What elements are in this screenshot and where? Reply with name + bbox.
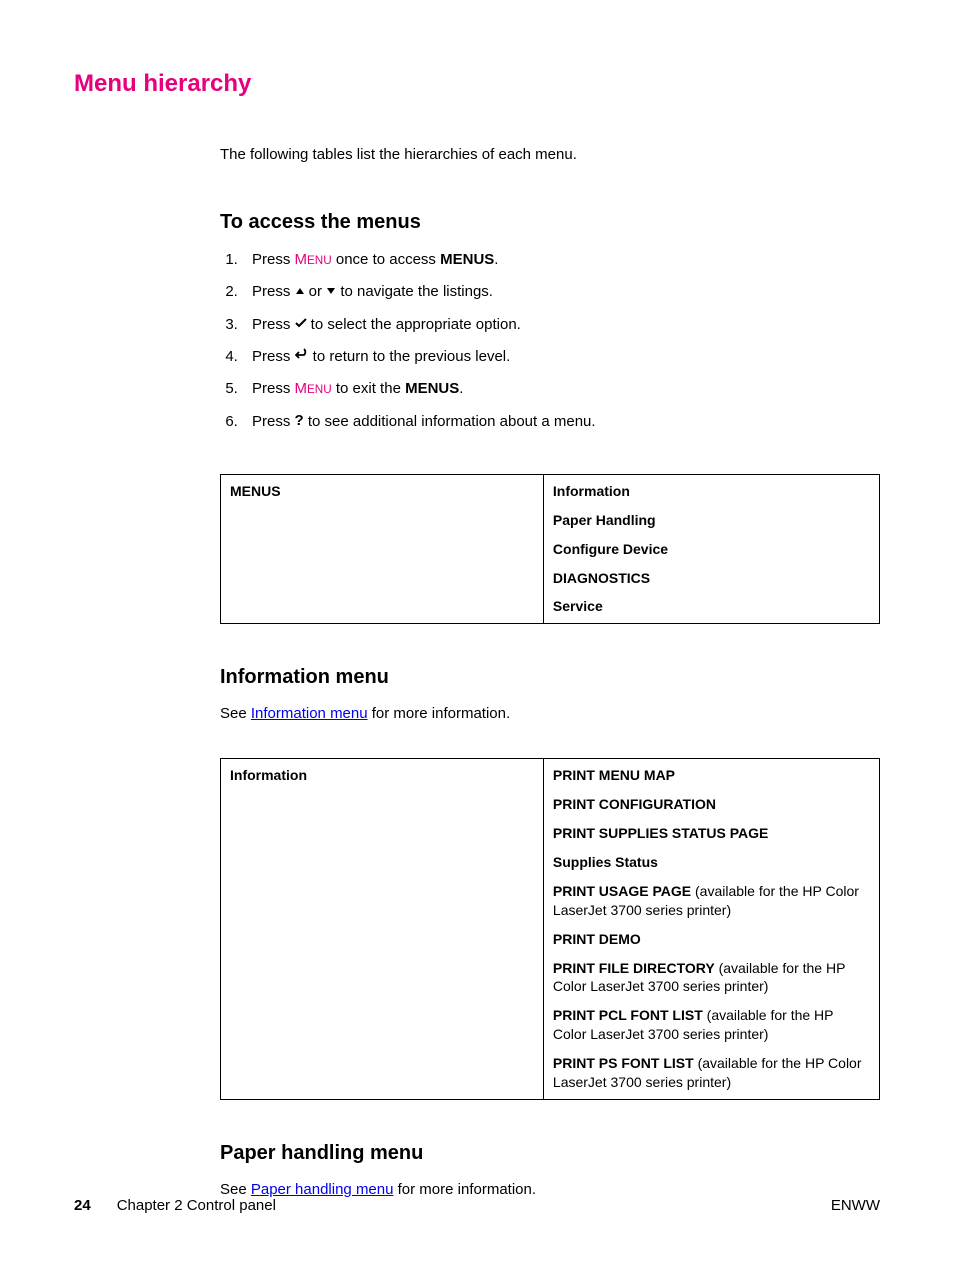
step-5: Press MENU to exit the MENUS. (242, 379, 880, 399)
menus-table: MENUS Information Paper Handling Configure… (220, 474, 880, 624)
info-table: Information PRINT MENU MAP PRINT CONFIGUR… (220, 758, 880, 1100)
menu-item: PRINT USAGE PAGE (available for the HP C… (553, 882, 870, 920)
step-6: Press ? to see additional information ab… (242, 412, 880, 432)
menu-item: Configure Device (553, 540, 870, 559)
menu-item: PRINT PS FONT LIST (available for the HP… (553, 1054, 870, 1092)
info-table-right: PRINT MENU MAP PRINT CONFIGURATION PRINT S… (543, 759, 879, 1100)
up-icon (295, 281, 305, 301)
page-title: Menu hierarchy (74, 70, 880, 98)
see-post: for more information. (368, 705, 511, 722)
back-icon (295, 346, 309, 366)
menu-item: PRINT MENU MAP (553, 766, 870, 785)
check-icon (295, 314, 307, 334)
info-heading: Information menu (220, 666, 880, 689)
menu-item: PRINT CONFIGURATION (553, 795, 870, 814)
see-pre-p: See (220, 1181, 251, 1198)
menu-item: PRINT FILE DIRECTORY (available for the … (553, 959, 870, 997)
paper-heading: Paper handling menu (220, 1142, 880, 1165)
menu-item: Information (553, 482, 870, 501)
intro-text: The following tables list the hierarchie… (220, 146, 880, 163)
step-4: Press to return to the previous level. (242, 347, 880, 367)
step-3: Press to select the appropriate option. (242, 315, 880, 335)
paper-menu-link[interactable]: Paper handling menu (251, 1181, 394, 1198)
menus-table-left: MENUS (221, 474, 544, 623)
paper-see-text: See Paper handling menu for more informa… (220, 1181, 880, 1198)
page-footer: 24 Chapter 2 Control panel ENWW (74, 1197, 880, 1214)
chapter-label: Chapter 2 Control panel (117, 1197, 276, 1214)
menu-item: Service (553, 597, 870, 616)
menu-item: Paper Handling (553, 511, 870, 530)
see-pre: See (220, 705, 251, 722)
page-number: 24 (74, 1197, 91, 1214)
footer-right: ENWW (831, 1197, 880, 1214)
info-see-text: See Information menu for more informatio… (220, 705, 880, 722)
menu-item: PRINT SUPPLIES STATUS PAGE (553, 824, 870, 843)
down-icon (326, 281, 336, 301)
see-post-p: for more information. (393, 1181, 536, 1198)
access-steps: Press MENU once to access MENUS. Press or… (220, 250, 880, 432)
menu-item: DIAGNOSTICS (553, 569, 870, 588)
access-heading: To access the menus (220, 211, 880, 234)
info-table-left: Information (221, 759, 544, 1100)
menu-item: Supplies Status (553, 853, 870, 872)
question-icon: ? (295, 411, 304, 431)
step-1: Press MENU once to access MENUS. (242, 250, 880, 270)
menu-key: MENU (295, 251, 332, 268)
info-menu-link[interactable]: Information menu (251, 705, 368, 722)
menus-table-right: Information Paper Handling Configure Devic… (543, 474, 879, 623)
menu-item: PRINT DEMO (553, 930, 870, 949)
menu-item: PRINT PCL FONT LIST (available for the H… (553, 1006, 870, 1044)
menu-key: MENU (295, 380, 332, 397)
step-2: Press or to navigate the listings. (242, 282, 880, 302)
